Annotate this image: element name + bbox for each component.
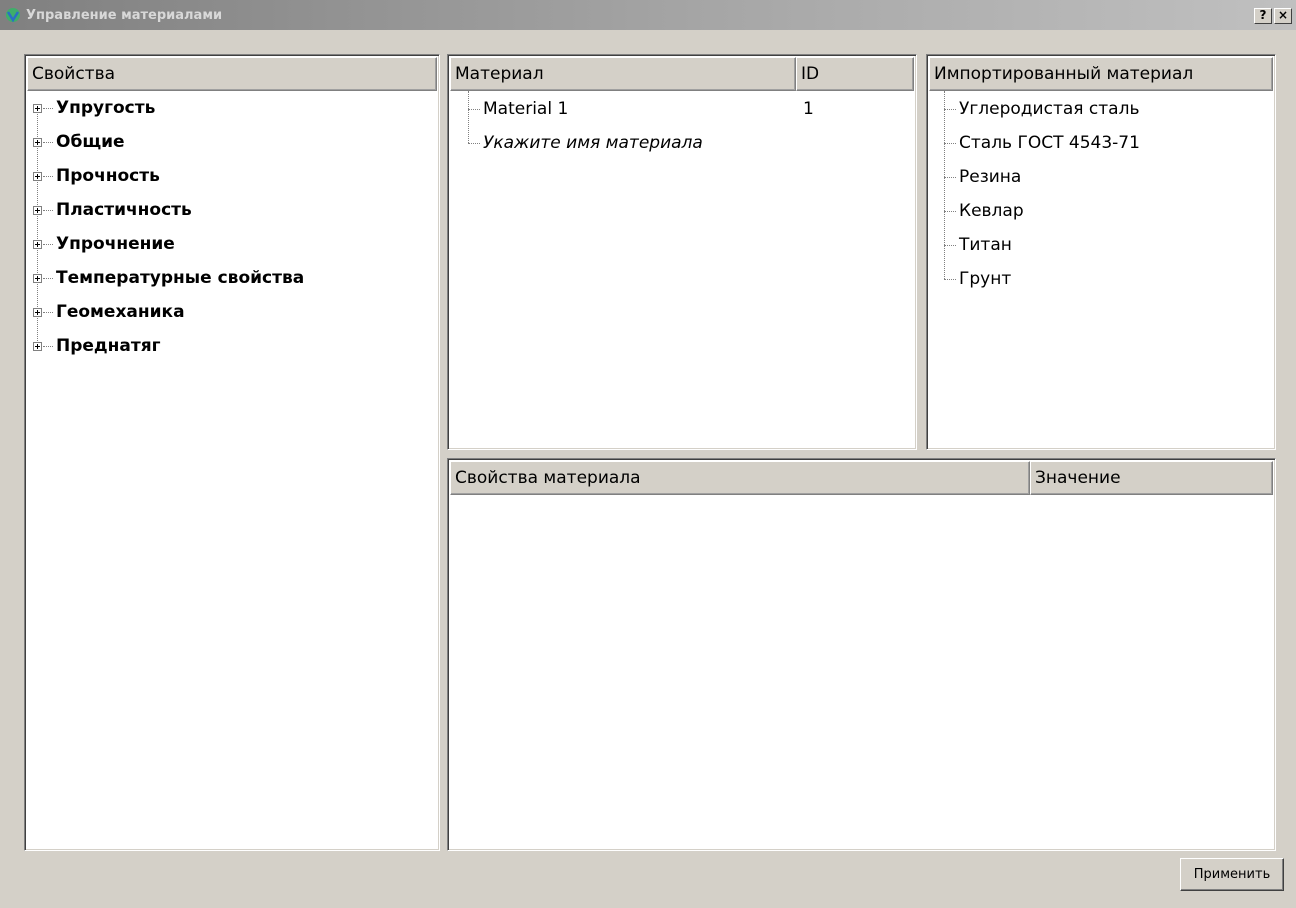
expand-icon[interactable] (33, 138, 42, 147)
help-button[interactable]: ? (1254, 8, 1272, 24)
value-column-header[interactable]: Значение (1030, 461, 1273, 495)
expand-icon[interactable] (33, 240, 42, 249)
tree-connector (43, 142, 53, 143)
property-group-hardening[interactable]: Упрочнение (56, 227, 175, 261)
properties-tree[interactable]: Свойства Упругость Общие Прочность Пласт… (24, 54, 440, 851)
expand-icon[interactable] (33, 342, 42, 351)
tree-connector (944, 143, 956, 144)
expand-icon[interactable] (33, 308, 42, 317)
tree-connector (944, 109, 956, 110)
expand-icon[interactable] (33, 104, 42, 113)
tree-connector (43, 312, 53, 313)
property-column-header[interactable]: Свойства материала (450, 461, 1030, 495)
expand-icon[interactable] (33, 274, 42, 283)
tree-connector (468, 109, 480, 110)
apply-button[interactable]: Применить (1180, 858, 1284, 891)
id-column-header[interactable]: ID (796, 57, 914, 91)
new-material-placeholder-row[interactable]: Укажите имя материала (483, 126, 703, 160)
tree-guide-line (944, 91, 945, 279)
tree-connector (944, 279, 956, 280)
property-group-plasticity[interactable]: Пластичность (56, 193, 192, 227)
window-title: Управление материалами (26, 7, 223, 23)
property-group-pretension[interactable]: Преднатяг (56, 329, 161, 363)
tree-connector (43, 346, 53, 347)
material-row-id: 1 (803, 99, 814, 119)
imported-material-header[interactable]: Импортированный материал (929, 57, 1273, 91)
imported-item-gost-steel[interactable]: Сталь ГОСТ 4543-71 (959, 126, 1140, 160)
title-bar[interactable]: Управление материалами ? × (0, 0, 1296, 30)
expand-icon[interactable] (33, 172, 42, 181)
tree-connector (944, 177, 956, 178)
imported-item-kevlar[interactable]: Кевлар (959, 194, 1024, 228)
tree-connector (468, 143, 480, 144)
tree-connector (43, 108, 53, 109)
materials-list[interactable]: Материал ID Material 1 1 Укажите имя мат… (447, 54, 917, 450)
tree-connector (43, 278, 53, 279)
imported-item-carbon-steel[interactable]: Углеродистая сталь (959, 92, 1139, 126)
imported-item-rubber[interactable]: Резина (959, 160, 1021, 194)
app-logo-icon (6, 8, 20, 23)
tree-connector (43, 176, 53, 177)
properties-header[interactable]: Свойства (27, 57, 437, 91)
property-group-elasticity[interactable]: Упругость (56, 91, 155, 125)
imported-item-soil[interactable]: Грунт (959, 262, 1011, 296)
property-group-geomechanics[interactable]: Геомеханика (56, 295, 185, 329)
close-button[interactable]: × (1274, 8, 1292, 24)
tree-connector (944, 245, 956, 246)
material-properties-table[interactable]: Свойства материала Значение (447, 458, 1276, 851)
tree-guide-line (468, 91, 469, 143)
material-properties-body (450, 495, 1273, 848)
imported-materials-list[interactable]: Импортированный материал Углеродистая ст… (926, 54, 1276, 450)
material-row-name[interactable]: Material 1 (483, 92, 568, 126)
property-group-thermal[interactable]: Температурные свойства (56, 261, 304, 295)
material-column-header[interactable]: Материал (450, 57, 796, 91)
property-group-general[interactable]: Общие (56, 125, 125, 159)
tree-connector (43, 210, 53, 211)
tree-connector (43, 244, 53, 245)
tree-connector (944, 211, 956, 212)
imported-item-titanium[interactable]: Титан (959, 228, 1012, 262)
property-group-strength[interactable]: Прочность (56, 159, 160, 193)
expand-icon[interactable] (33, 206, 42, 215)
